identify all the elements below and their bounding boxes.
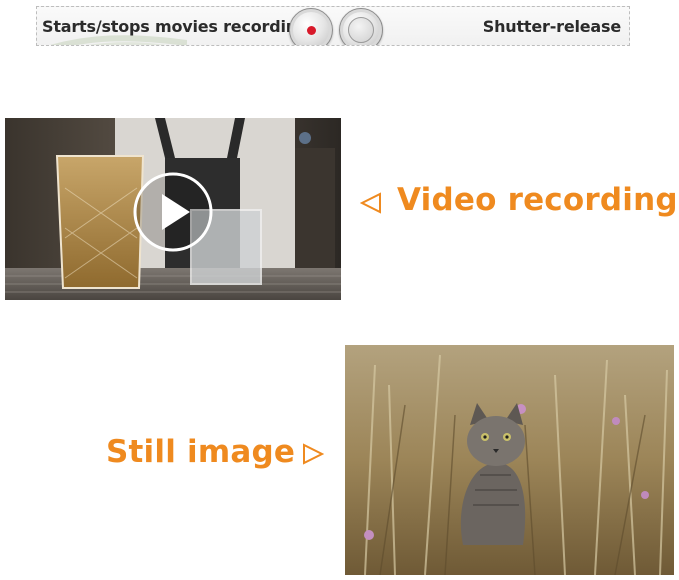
triangle-left-icon — [360, 192, 381, 214]
shutter-button[interactable] — [339, 8, 383, 45]
record-button[interactable] — [289, 8, 333, 45]
video-thumbnail[interactable] — [5, 118, 341, 300]
movie-recording-label: Starts/stops movies recording — [42, 17, 309, 36]
shutter-icon — [348, 17, 374, 43]
shutter-release-label: Shutter-release — [482, 17, 621, 36]
still-image-caption: Still image — [106, 434, 296, 470]
record-dot-icon — [307, 26, 316, 35]
page: Starts/stops movies recording Shutter-re… — [0, 0, 679, 580]
triangle-right-icon — [303, 443, 324, 465]
video-recording-caption: Video recording — [397, 182, 678, 218]
camera-controls-strip: Starts/stops movies recording Shutter-re… — [36, 6, 630, 46]
still-image-photo — [345, 345, 674, 575]
